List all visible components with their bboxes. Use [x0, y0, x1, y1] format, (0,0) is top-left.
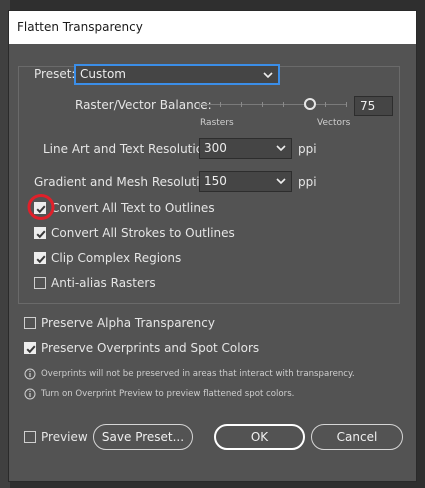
preview-label: Preview: [41, 430, 88, 444]
preview-checkbox[interactable]: [24, 431, 36, 443]
chevron-down-icon: [276, 145, 286, 152]
vectors-label: Vectors: [317, 118, 351, 128]
overprint-warning-text: Overprints will not be preserved in area…: [41, 369, 355, 379]
preserve-overprints-checkbox[interactable]: [24, 342, 36, 354]
save-preset-button[interactable]: Save Preset...: [93, 424, 193, 450]
checkmark-icon: [36, 255, 46, 264]
clip-regions-label: Clip Complex Regions: [51, 251, 182, 265]
convert-strokes-label: Convert All Strokes to Outlines: [51, 226, 235, 240]
preserve-alpha-label: Preserve Alpha Transparency: [41, 316, 215, 330]
gradient-label: Gradient and Mesh Resolution:: [34, 175, 219, 189]
line-art-value: 300: [204, 141, 227, 155]
slider-tick: [220, 102, 221, 107]
balance-label: Raster/Vector Balance:: [75, 98, 212, 112]
line-art-resolution-dropdown[interactable]: 300: [199, 138, 292, 159]
anti-alias-label: Anti-alias Rasters: [51, 276, 156, 290]
chevron-down-icon: [263, 72, 273, 79]
rasters-label: Rasters: [200, 118, 234, 128]
slider-tick: [241, 102, 242, 107]
slider-tick: [283, 102, 284, 107]
preset-dropdown[interactable]: Custom: [74, 64, 280, 85]
preset-label: Preset:: [34, 67, 76, 81]
gradient-resolution-dropdown[interactable]: 150: [199, 171, 292, 192]
slider-tick: [199, 102, 200, 107]
window-title: Flatten Transparency: [9, 11, 416, 44]
info-icon: [24, 388, 36, 400]
gradient-unit: ppi: [298, 175, 317, 189]
clip-regions-checkbox[interactable]: [34, 252, 46, 264]
preserve-overprints-label: Preserve Overprints and Spot Colors: [41, 341, 260, 355]
anti-alias-checkbox[interactable]: [34, 277, 46, 289]
annotation-circle: [27, 194, 55, 220]
line-art-label: Line Art and Text Resolution:: [43, 142, 215, 156]
gradient-value: 150: [204, 174, 227, 188]
preserve-alpha-checkbox[interactable]: [24, 317, 36, 329]
slider-tick: [346, 102, 347, 107]
convert-strokes-checkbox[interactable]: [34, 227, 46, 239]
overprint-preview-text: Turn on Overprint Preview to preview fla…: [41, 389, 295, 399]
info-icon: [24, 368, 36, 380]
preset-value: Custom: [80, 67, 126, 81]
cancel-button[interactable]: Cancel: [311, 424, 403, 450]
chevron-down-icon: [276, 178, 286, 185]
slider-tick: [325, 102, 326, 107]
ok-button[interactable]: OK: [214, 424, 305, 450]
line-art-unit: ppi: [298, 142, 317, 156]
balance-slider-handle[interactable]: [304, 98, 316, 110]
checkmark-icon: [36, 230, 46, 239]
checkmark-icon: [26, 345, 36, 354]
slider-tick: [262, 102, 263, 107]
convert-text-label: Convert All Text to Outlines: [51, 201, 215, 215]
balance-value-field[interactable]: 75: [354, 96, 393, 116]
